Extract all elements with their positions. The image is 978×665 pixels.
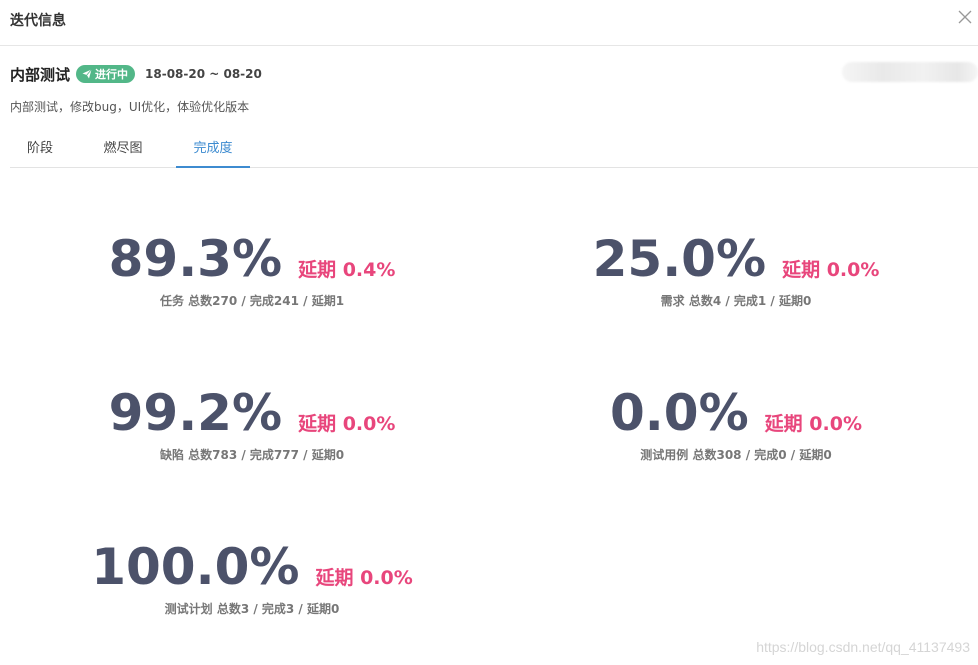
stat-summary: 测试计划 总数3 / 完成3 / 延期0 (164, 602, 340, 616)
stat-card-requirements: 25.0% 延期 0.0% 需求 总数4 / 完成1 / 延期0 (536, 230, 936, 309)
iteration-description: 内部测试，修改bug，UI优化，体验优化版本 (10, 100, 250, 114)
stat-card-test-plans: 100.0% 延期 0.0% 测试计划 总数3 / 完成3 / 延期0 (52, 538, 452, 617)
tab-bar: 阶段 燃尽图 完成度 (10, 131, 978, 168)
completion-percent: 100.0% (91, 538, 300, 596)
iteration-header: 内部测试 进行中 18-08-20 ~ 08-20 (10, 63, 262, 85)
delay-percent: 延期 0.0% (782, 259, 880, 281)
iteration-name: 内部测试 (10, 65, 71, 84)
stat-summary: 任务 总数270 / 完成241 / 延期1 (159, 294, 345, 308)
paper-plane-icon (82, 69, 92, 79)
stat-card-tasks: 89.3% 延期 0.4% 任务 总数270 / 完成241 / 延期1 (52, 230, 452, 309)
dialog-header: 迭代信息 (0, 0, 978, 46)
close-icon (958, 10, 972, 24)
completion-percent: 89.3% (108, 230, 283, 288)
tab-completion[interactable]: 完成度 (176, 131, 250, 168)
status-label: 进行中 (95, 68, 129, 81)
completion-percent: 99.2% (108, 384, 283, 442)
tab-stage[interactable]: 阶段 (10, 131, 70, 167)
delay-percent: 延期 0.0% (298, 413, 396, 435)
tab-burndown[interactable]: 燃尽图 (90, 131, 156, 167)
completion-percent: 25.0% (592, 230, 767, 288)
blurred-content (842, 62, 978, 82)
stat-summary: 需求 总数4 / 完成1 / 延期0 (660, 294, 812, 308)
dialog-title: 迭代信息 (10, 13, 66, 29)
stat-card-defects: 99.2% 延期 0.0% 缺陷 总数783 / 完成777 / 延期0 (52, 384, 452, 463)
stat-summary: 测试用例 总数308 / 完成0 / 延期0 (640, 448, 832, 462)
delay-percent: 延期 0.0% (315, 567, 413, 589)
completion-percent: 0.0% (610, 384, 749, 442)
date-range: 18-08-20 ~ 08-20 (145, 67, 262, 81)
stat-card-test-cases: 0.0% 延期 0.0% 测试用例 总数308 / 完成0 / 延期0 (536, 384, 936, 463)
delay-percent: 延期 0.0% (764, 413, 862, 435)
close-button[interactable] (958, 10, 974, 26)
watermark: https://blog.csdn.net/qq_41137493 (756, 639, 970, 655)
status-badge: 进行中 (76, 65, 136, 83)
delay-percent: 延期 0.4% (298, 259, 396, 281)
stat-summary: 缺陷 总数783 / 完成777 / 延期0 (159, 448, 345, 462)
